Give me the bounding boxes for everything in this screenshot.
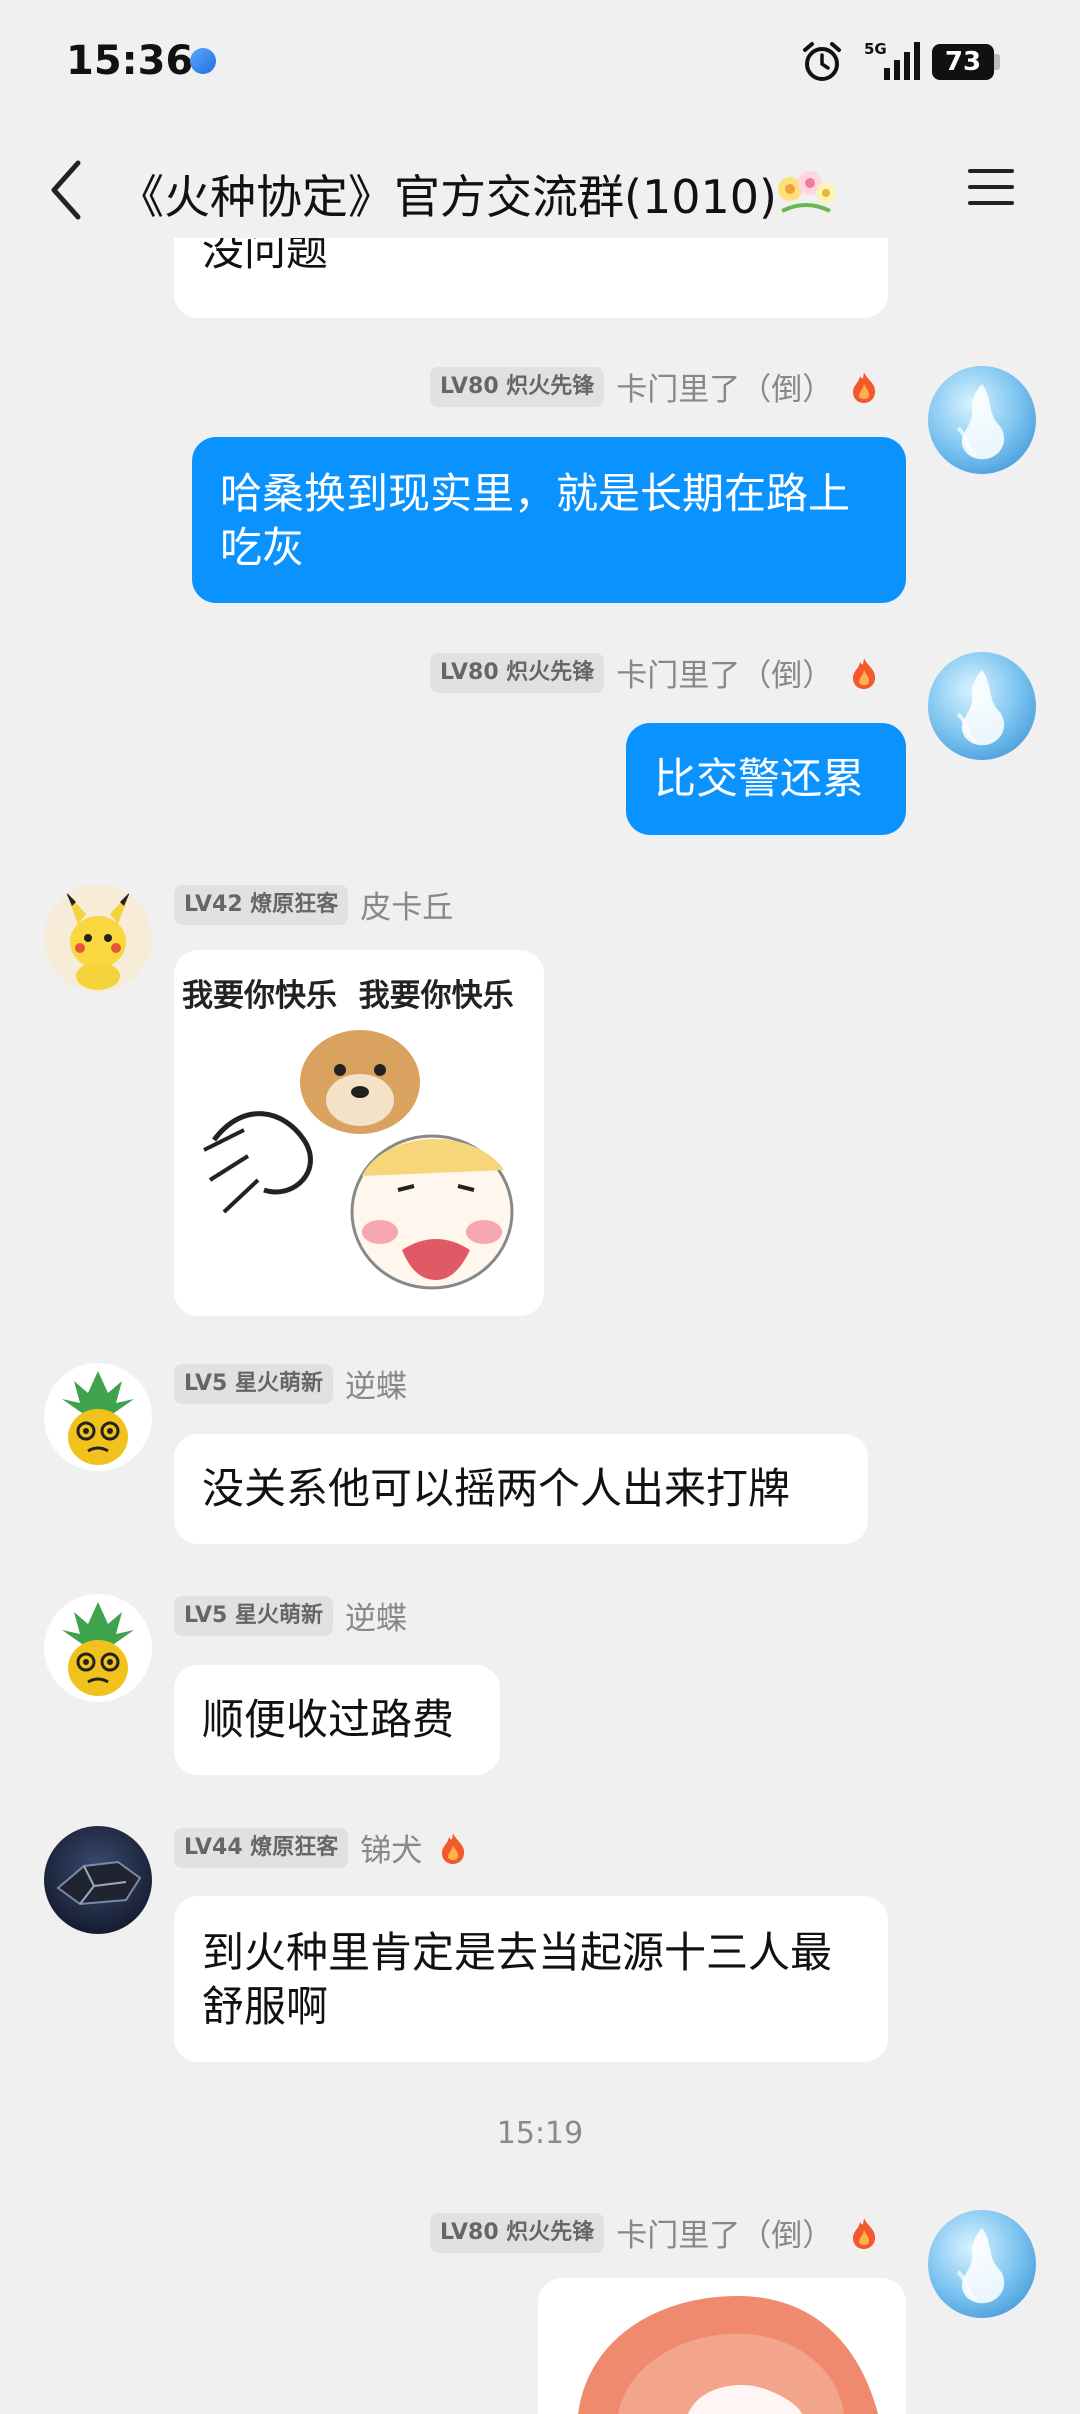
level-badge: LV5 星火萌新: [174, 1363, 333, 1404]
time-separator: 15:19: [496, 2116, 584, 2151]
sender-meta: LV42 燎原狂客 皮卡丘: [174, 882, 453, 926]
message-bubble[interactable]: 哈桑换到现实里，就是长期在路上吃灰: [192, 437, 906, 603]
sender-meta: LV80 炽火先锋 卡门里了（倒）: [430, 364, 879, 408]
avatar[interactable]: [928, 2210, 1036, 2318]
sender-name[interactable]: 卡门里了（倒）: [616, 364, 833, 409]
sticker-image[interactable]: 我要你快乐 我要你快乐: [174, 950, 544, 1316]
message-bubble[interactable]: 到火种里肯定是去当起源十三人最舒服啊: [174, 1896, 888, 2062]
sticker-image[interactable]: [538, 2278, 906, 2414]
app-notification-icon: [190, 48, 216, 74]
message-text: 比交警还累: [654, 754, 865, 803]
level-badge: LV5 星火萌新: [174, 1595, 333, 1636]
sender-name[interactable]: 锑犬: [360, 1825, 422, 1870]
level-badge: LV80 炽火先锋: [430, 366, 605, 407]
sender-meta: LV44 燎原狂客 锑犬: [174, 1825, 468, 1869]
message-bubble[interactable]: 没问题: [174, 238, 888, 318]
message-text: 没关系他可以摇两个人出来打牌: [202, 1464, 791, 1513]
sender-meta: LV80 炽火先锋 卡门里了（倒）: [430, 2210, 879, 2254]
alarm-icon: [803, 42, 841, 81]
sender-meta: LV80 炽火先锋 卡门里了（倒）: [430, 650, 879, 694]
signal-icon: 5G: [864, 40, 920, 80]
level-badge: LV80 炽火先锋: [430, 652, 605, 693]
avatar[interactable]: [44, 1363, 152, 1471]
sender-name[interactable]: 皮卡丘: [360, 882, 453, 927]
avatar[interactable]: [928, 652, 1036, 760]
status-bar: 15:36 5G 73: [0, 0, 1080, 125]
fire-icon: [442, 1832, 465, 1864]
fire-icon: [853, 371, 876, 403]
sender-name[interactable]: 逆蝶: [345, 1361, 407, 1406]
level-badge: LV44 燎原狂客: [174, 1827, 349, 1868]
sender-name[interactable]: 卡门里了（倒）: [616, 650, 833, 695]
menu-icon[interactable]: [962, 163, 1018, 213]
message-text: 到火种里肯定是去当起源十三人最舒服啊: [202, 1928, 833, 2031]
status-time: 15:36: [66, 38, 194, 84]
message-bubble[interactable]: 没关系他可以摇两个人出来打牌: [174, 1434, 868, 1544]
chat-title: 《火种协定》官方交流群(1010): [118, 170, 777, 224]
level-badge: LV80 炽火先锋: [430, 2212, 605, 2253]
message-bubble[interactable]: 顺便收过路费: [174, 1665, 500, 1775]
avatar[interactable]: [44, 1826, 152, 1934]
message-text: 哈桑换到现实里，就是长期在路上吃灰: [220, 469, 851, 572]
sender-meta: LV5 星火萌新 逆蝶: [174, 1593, 407, 1637]
message-bubble[interactable]: 比交警还累: [626, 723, 906, 835]
avatar[interactable]: [44, 1594, 152, 1702]
fire-icon: [853, 657, 876, 689]
battery-level: 73: [944, 47, 982, 77]
network-type-label: 5G: [864, 40, 887, 58]
sender-name[interactable]: 卡门里了（倒）: [616, 2210, 833, 2255]
message-text: 没问题: [202, 238, 329, 275]
back-icon[interactable]: [42, 155, 92, 225]
sender-name[interactable]: 逆蝶: [345, 1593, 407, 1638]
sender-meta: LV5 星火萌新 逆蝶: [174, 1361, 407, 1405]
level-badge: LV42 燎原狂客: [174, 884, 349, 925]
message-text: 顺便收过路费: [202, 1695, 455, 1744]
avatar[interactable]: [928, 366, 1036, 474]
avatar[interactable]: [44, 884, 152, 992]
chat-header: 《火种协定》官方交流群(1010): [0, 125, 1080, 255]
battery-indicator: 73: [932, 44, 1002, 80]
fire-icon: [853, 2217, 876, 2249]
flower-emoji-icon: [778, 171, 836, 213]
